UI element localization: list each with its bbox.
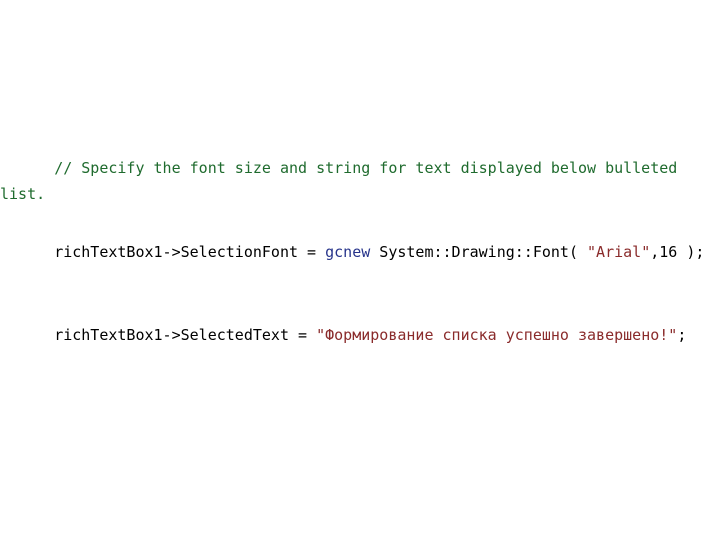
code-token-string: "Формирование списка успешно завершено!" [316,326,678,344]
code-token-comment: // Specify the font size and string for … [0,159,687,203]
code-token-keyword: gcnew [325,243,371,261]
code-token-plain: ; [677,326,687,344]
comment-statement: // Specify the font size and string for … [0,155,720,207]
code-token-plain: ,16 ); [650,243,705,261]
code-token-plain: richTextBox1->SelectionFont = [54,243,326,261]
code-token-string: "Arial" [587,243,651,261]
selection-font-statement: richTextBox1->SelectionFont = gcnew Syst… [0,239,720,265]
selected-text-statement: richTextBox1->SelectedText = "Формирован… [0,322,720,348]
code-token-plain: System::Drawing::Font( [370,243,588,261]
code-token-plain: richTextBox1->SelectedText = [54,326,317,344]
code-snippet-page: // Specify the font size and string for … [0,0,720,540]
